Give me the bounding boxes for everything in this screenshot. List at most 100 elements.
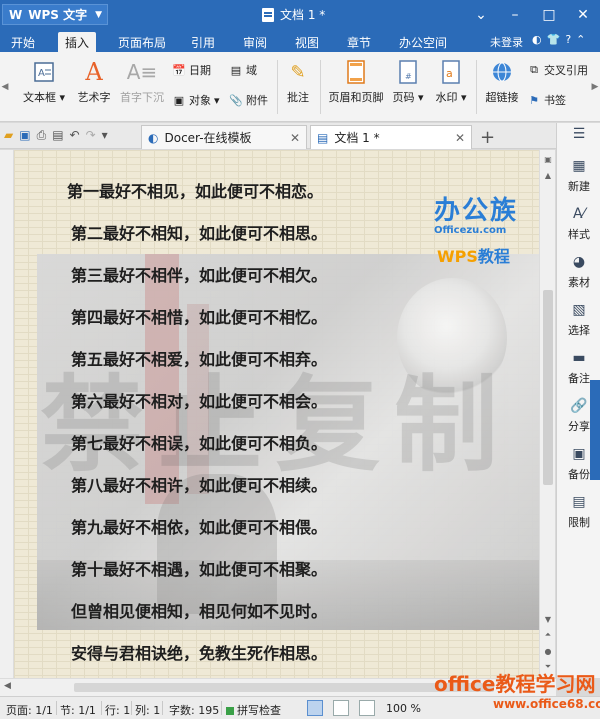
open-folder-icon[interactable]: ▰ <box>4 128 13 143</box>
pane-new[interactable]: ▦ 新建 <box>557 157 600 194</box>
close-tab-icon[interactable]: ✕ <box>290 131 300 145</box>
tab-insert[interactable]: 插入 <box>58 32 96 52</box>
text-line[interactable]: 但曾相见便相知，相见何如不见时。 <box>71 598 327 622</box>
material-icon: ◕ <box>572 254 586 270</box>
login-link[interactable]: 未登录 <box>490 34 523 50</box>
word-count[interactable]: 字数: 195 <box>169 702 219 718</box>
pane-restrict-label: 限制 <box>568 516 590 529</box>
ribbon-scroll-right[interactable]: ▶ <box>590 52 600 122</box>
redo-icon[interactable]: ↷ <box>86 128 96 143</box>
pane-style[interactable]: A⁄ 样式 <box>557 205 600 242</box>
document-canvas[interactable]: 禁止复制 办公族 Officezu.com WPS教程 第一最好不相见，如此便可… <box>0 150 555 678</box>
undo-icon[interactable]: ↶ <box>70 128 80 143</box>
close-button[interactable]: ✕ <box>566 0 600 30</box>
pane-menu-icon[interactable]: ☰ <box>557 125 600 146</box>
tab-page-layout[interactable]: 页面布局 <box>112 32 172 52</box>
tab-review[interactable]: 审阅 <box>238 32 272 52</box>
scroll-left-icon[interactable]: ◀ <box>4 681 11 691</box>
comment-icon: ✎ <box>290 61 306 83</box>
shirt-icon[interactable]: 👕 <box>547 33 561 46</box>
close-tab-icon[interactable]: ✕ <box>455 131 465 145</box>
date-button[interactable]: 📅 日期 <box>172 62 211 78</box>
prev-page-icon[interactable]: ⏶ <box>540 628 556 642</box>
status-col: 列: 1 <box>135 704 161 717</box>
svg-text:a: a <box>446 67 453 80</box>
print-preview-icon[interactable]: ▤ <box>52 128 63 143</box>
comment-button[interactable]: ✎ 批注 <box>282 58 314 105</box>
tab-home[interactable]: 开始 <box>4 32 42 52</box>
page-number-label: 页码 <box>392 91 415 104</box>
pane-select[interactable]: ▧ 选择 <box>557 301 600 338</box>
tab-view[interactable]: 视图 <box>290 32 324 52</box>
page-number-button[interactable]: # 页码 ▾ <box>391 58 425 105</box>
text-line[interactable]: 第八最好不相许，如此便可不相续。 <box>71 472 327 496</box>
split-icon[interactable]: ▣ <box>540 152 556 166</box>
tab-references[interactable]: 引用 <box>186 32 220 52</box>
minimize-button[interactable]: – <box>498 0 532 30</box>
watermark-button[interactable]: a 水印 ▾ <box>432 58 470 105</box>
help-icon[interactable]: ? <box>565 33 571 46</box>
app-menu-button[interactable]: W WPS 文字 ▼ <box>2 4 108 25</box>
text-line[interactable]: 第十最好不相遇，如此便可不相聚。 <box>71 556 327 580</box>
web-view-button[interactable] <box>333 700 349 716</box>
new-document-icon: ▦ <box>572 158 586 174</box>
new-tab-button[interactable]: + <box>480 127 495 148</box>
text-line[interactable]: 安得与君相诀绝，免教生死作相思。 <box>71 640 327 664</box>
scroll-down-icon[interactable]: ▼ <box>540 612 556 626</box>
dropcap-button[interactable]: A≡ 首字下沉 <box>118 58 166 105</box>
expand-icon[interactable]: ⌃ <box>576 33 585 46</box>
bookmark-button[interactable]: ⚑ 书签 <box>527 92 566 108</box>
quick-access-bar: ▰ ▣ ⎙ ▤ ↶ ↷ ▾ ◐ Docer-在线模板 ✕ ▤ 文档 1 * ✕ … <box>0 123 600 149</box>
field-button[interactable]: ▤ 域 <box>229 62 257 78</box>
pane-restrict[interactable]: ▤ 限制 <box>557 493 600 530</box>
document-title: 文档 1 * <box>280 8 326 22</box>
skin-icon[interactable]: ◐ <box>532 33 542 46</box>
tab-office-space[interactable]: 办公空间 <box>396 32 450 52</box>
object-button[interactable]: ▣ 对象 ▾ <box>172 92 220 108</box>
quick-access-icons: ▰ ▣ ⎙ ▤ ↶ ↷ ▾ <box>4 128 108 143</box>
ribbon-toggle-icon[interactable]: ⌄ <box>464 0 498 30</box>
wps-tutorial-logo: WPS教程 <box>437 243 510 267</box>
text-line[interactable]: 第三最好不相伴，如此便可不相欠。 <box>71 262 327 286</box>
zoom-level[interactable]: 100 % <box>386 702 421 715</box>
save-icon[interactable]: ▣ <box>19 128 30 143</box>
maximize-button[interactable]: □ <box>532 0 566 30</box>
text-line[interactable]: 第二最好不相知，如此便可不相思。 <box>71 220 327 244</box>
text-line[interactable]: 第五最好不相爱，如此便可不相弃。 <box>71 346 327 370</box>
hyperlink-button[interactable]: 超链接 <box>482 58 522 105</box>
vertical-scrollbar[interactable]: ▣ ▲ ▼ ⏶ ● ⏷ <box>539 150 555 678</box>
text-line[interactable]: 第七最好不相误，如此便可不相负。 <box>71 430 327 454</box>
quick-access-dropdown-icon[interactable]: ▾ <box>102 128 108 143</box>
site-watermark: office教程学习网 <box>434 672 596 696</box>
text-line[interactable]: 第一最好不相见，如此便可不相恋。 <box>67 178 323 202</box>
text-line[interactable]: 第四最好不相惜，如此便可不相忆。 <box>71 304 327 328</box>
pane-material[interactable]: ◕ 素材 <box>557 253 600 290</box>
window-title: 文档 1 * <box>262 6 325 23</box>
print-icon[interactable]: ⎙ <box>37 128 47 143</box>
pane-collapse-handle[interactable] <box>590 380 600 480</box>
text-line[interactable]: 第九最好不相依，如此便可不相偎。 <box>71 514 327 538</box>
text-line[interactable]: 第六最好不相对，如此便可不相会。 <box>71 388 327 412</box>
outline-view-button[interactable] <box>359 700 375 716</box>
bookmark-icon: ⚑ <box>529 93 539 107</box>
wordart-button[interactable]: A 艺术字 <box>74 58 114 105</box>
scroll-up-icon[interactable]: ▲ <box>540 168 556 182</box>
pane-new-label: 新建 <box>568 180 590 193</box>
attachment-button[interactable]: 📎 附件 <box>229 92 268 108</box>
select-browse-icon[interactable]: ● <box>540 644 556 658</box>
spell-check-toggle[interactable]: 拼写检查 <box>226 702 281 718</box>
textbox-button[interactable]: A 文本框 ▾ <box>22 58 66 105</box>
doctab-document[interactable]: ▤ 文档 1 * ✕ <box>310 125 472 149</box>
doctab-docer[interactable]: ◐ Docer-在线模板 ✕ <box>141 125 307 149</box>
doctab-document-label: 文档 1 * <box>334 131 380 145</box>
page-view-button[interactable] <box>307 700 323 716</box>
ribbon-scroll-left[interactable]: ◀ <box>0 52 10 122</box>
header-footer-button[interactable]: 页眉和页脚 <box>326 58 386 105</box>
tab-section[interactable]: 章节 <box>342 32 376 52</box>
scroll-thumb[interactable] <box>543 290 553 485</box>
cross-reference-button[interactable]: ⧉ 交叉引用 <box>527 62 588 78</box>
comment-label: 批注 <box>287 91 309 104</box>
page-number-icon: # <box>394 58 422 86</box>
logo-jiaocheng: 教程 <box>477 247 510 266</box>
hscroll-thumb[interactable] <box>74 683 494 692</box>
